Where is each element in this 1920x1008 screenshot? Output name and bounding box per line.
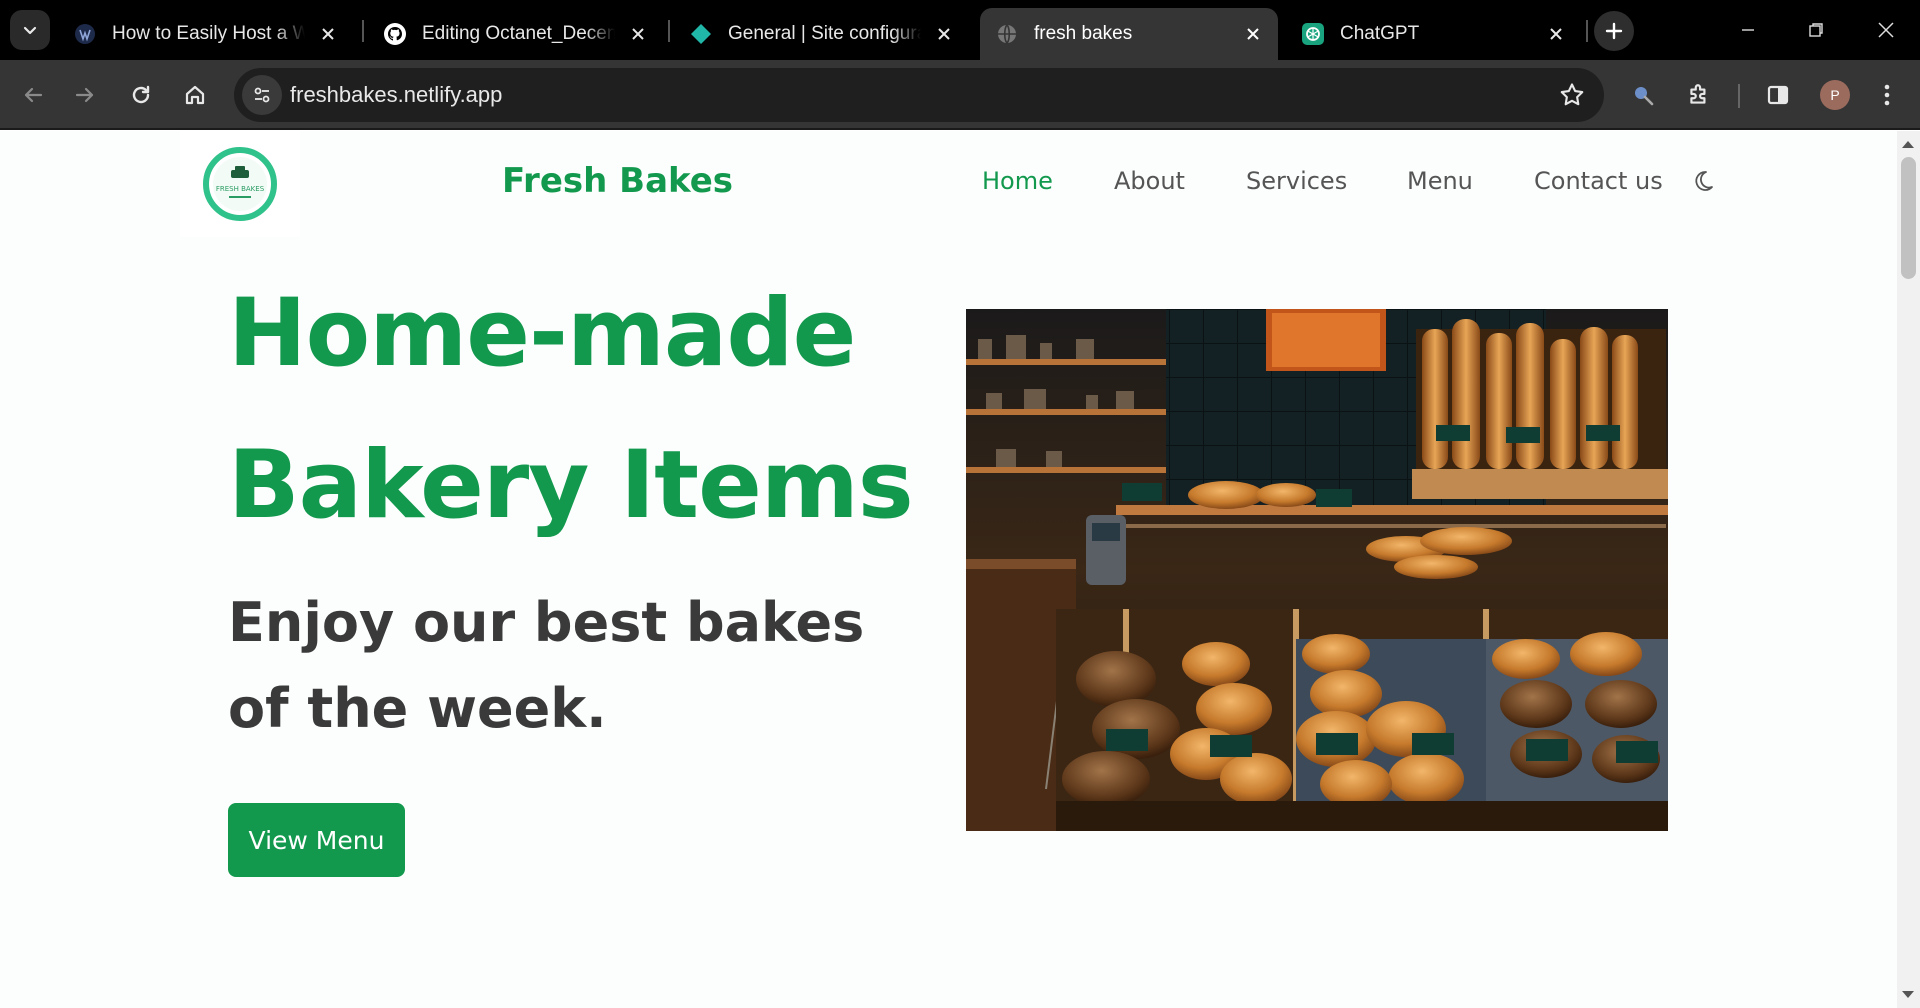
tab-search-button[interactable] [10,10,50,50]
close-icon[interactable] [1545,22,1568,46]
reload-icon [132,85,150,104]
tab-separator [362,20,364,42]
tab-chatgpt[interactable]: ChatGPT [1286,8,1582,60]
close-icon[interactable] [933,22,956,46]
tune-icon [254,87,270,103]
address-bar[interactable]: freshbakes.netlify.app [234,68,1604,122]
back-button[interactable] [12,74,54,116]
side-panel-button[interactable] [1757,74,1799,116]
bookmark-star-icon[interactable] [1558,81,1586,114]
profile-avatar[interactable]: P [1820,80,1850,110]
tab-title: General | Site configuration [728,23,921,44]
extension-button[interactable] [1622,74,1664,116]
nav-menu[interactable]: Menu [1407,167,1473,195]
tab-title: Editing Octanet_December [422,23,615,44]
tab-netlify-site-config[interactable]: General | Site configuration [674,8,970,60]
tab-title: fresh bakes [1034,23,1133,44]
browser-toolbar: freshbakes.netlify.app P [0,60,1920,130]
plus-icon [1605,22,1623,40]
home-icon [185,85,205,105]
restore-icon [1809,23,1823,37]
hero-title-line-1: Home-made [228,279,856,388]
browser-tab-bar: How to Easily Host a Website Editing Oct… [0,0,1920,60]
scroll-down-arrow-icon[interactable] [1902,991,1914,998]
close-icon [1878,22,1894,38]
extensions-menu-button[interactable] [1678,74,1720,116]
tab-github-editing[interactable]: Editing Octanet_December [368,8,664,60]
dark-mode-toggle-moon-icon[interactable] [1691,169,1715,198]
tab-separator [1586,20,1588,42]
chevron-down-icon [23,26,37,35]
tab-separator [668,20,670,42]
reload-button[interactable] [120,74,162,116]
tab-title: How to Easily Host a Website [112,23,305,44]
minimize-icon [1742,29,1754,31]
close-window-button[interactable] [1858,10,1914,50]
hero-subtitle-line-2: of the week. [228,677,607,740]
tab-how-to-host[interactable]: How to Easily Host a Website [58,8,354,60]
new-tab-button[interactable] [1594,11,1634,51]
hero-subtitle-line-1: Enjoy our best bakes [228,591,865,654]
side-panel-icon [1767,85,1789,105]
nav-home[interactable]: Home [982,167,1053,195]
bakery-logo-icon: FRESH BAKES [203,147,277,221]
brand-name[interactable]: Fresh Bakes [502,161,733,201]
nav-contact-us[interactable]: Contact us [1534,167,1663,195]
scroll-up-arrow-icon[interactable] [1902,141,1914,148]
chatgpt-icon [1300,21,1326,47]
page-viewport: FRESH BAKES Fresh Bakes Home About Servi… [0,131,1897,1008]
scrollbar-thumb[interactable] [1901,157,1916,279]
nav-services[interactable]: Services [1246,167,1347,195]
home-button[interactable] [174,74,216,116]
tab-fresh-bakes[interactable]: fresh bakes [980,8,1278,60]
logo-text: FRESH BAKES [216,185,265,193]
close-icon[interactable] [1241,22,1264,46]
forward-button[interactable] [64,74,106,116]
restore-button[interactable] [1788,10,1844,50]
toolbar-separator [1738,84,1740,108]
view-menu-button[interactable]: View Menu [228,803,405,877]
close-icon[interactable] [627,22,650,46]
site-info-button[interactable] [242,75,282,115]
page-scrollbar[interactable] [1897,131,1920,1008]
arrow-left-icon [24,87,43,103]
globe-icon [994,21,1020,47]
bakery-display-image [966,309,1668,831]
arrow-right-icon [75,87,94,103]
browser-menu-button[interactable] [1866,74,1908,116]
github-icon [382,21,408,47]
hero-title-line-2: Bakery Items [228,431,914,540]
puzzle-icon [1690,84,1706,104]
wordpress-icon [72,21,98,47]
close-icon[interactable] [317,22,340,46]
site-logo[interactable]: FRESH BAKES [180,131,300,237]
tab-title: ChatGPT [1340,23,1420,44]
kebab-menu-icon [1884,84,1890,106]
nav-about[interactable]: About [1114,167,1185,195]
netlify-icon [688,21,714,47]
minimize-button[interactable] [1720,10,1776,50]
extension-search-icon [1635,87,1654,106]
url-text[interactable]: freshbakes.netlify.app [290,82,502,108]
